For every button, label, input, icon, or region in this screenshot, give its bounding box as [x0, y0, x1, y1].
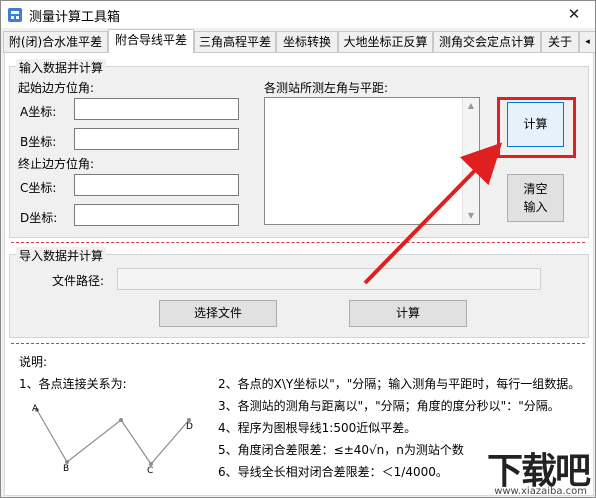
app-window: 测量计算工具箱 ✕ 附(闭)合水准平差 附合导线平差 三角高程平差 坐标转换 大… [0, 0, 596, 498]
watermark-url: www.xiazaiba.com [494, 486, 587, 497]
tab-traverse[interactable]: 附合导线平差 [108, 29, 194, 53]
annotation-arrow [363, 142, 503, 285]
arrow-icon [363, 142, 503, 285]
